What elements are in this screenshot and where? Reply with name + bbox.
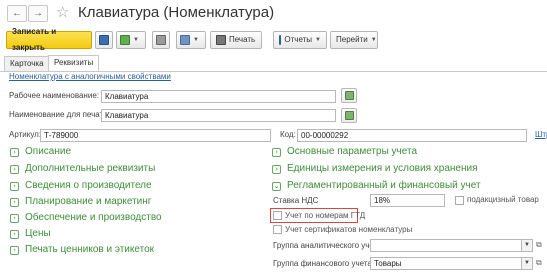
expand-icon: › [10, 229, 19, 239]
excise-label: подакцизный товар [467, 195, 539, 204]
group-label: Обеспечение и производство [25, 212, 162, 223]
chevron-down-icon: ▼ [133, 37, 139, 43]
print-label: Печать [229, 35, 256, 44]
forward-button[interactable]: → [28, 5, 48, 22]
fin-group-label: Группа финансового учета: [273, 259, 375, 268]
list-icon [156, 35, 166, 45]
more-actions-button[interactable]: ▼ [176, 31, 206, 49]
similar-items-link[interactable]: Номенклатура с аналогичными свойствами [9, 72, 171, 81]
document-green-icon [120, 35, 130, 45]
code-label: Код: [280, 130, 296, 139]
tab-requisites[interactable]: Реквизиты [48, 55, 100, 71]
certificates-checkbox[interactable] [273, 225, 282, 234]
group-label: Планирование и маркетинг [25, 196, 152, 207]
reports-button[interactable]: Отчеты ▼ [273, 31, 327, 49]
tab-card[interactable]: Карточка [4, 56, 50, 71]
expand-icon: › [10, 213, 19, 223]
group-price-tags[interactable]: › Печать ценников и этикеток [10, 244, 154, 256]
expand-icon: › [10, 197, 19, 207]
floppy-disk-icon [99, 35, 109, 45]
expand-icon: › [10, 164, 19, 174]
group-label: Регламентированный и финансовый учет [287, 180, 481, 191]
goto-button[interactable]: Перейти ▼ [330, 31, 378, 49]
report-icon [279, 35, 282, 45]
expand-icon: › [10, 147, 19, 157]
group-label: Основные параметры учета [287, 146, 418, 157]
work-name-action-button[interactable] [341, 88, 357, 103]
group-label: Дополнительные реквизиты [25, 163, 156, 174]
group-supply-production[interactable]: › Обеспечение и производство [10, 212, 162, 224]
print-name-action-button[interactable] [341, 108, 357, 123]
reports-label: Отчеты [284, 35, 313, 44]
goto-label: Перейти [336, 35, 368, 44]
group-prices[interactable]: › Цены [10, 228, 51, 240]
certificates-label: Учет сертификатов номенклатуры [285, 225, 413, 234]
article-input[interactable]: Т-789000 [40, 129, 271, 142]
expand-icon: › [272, 147, 281, 157]
chevron-down-icon[interactable]: ▼ [522, 257, 533, 270]
save-and-close-label: Записать и закрыть [12, 27, 57, 52]
expand-icon: › [272, 164, 281, 174]
group-description[interactable]: › Описание [10, 146, 71, 158]
group-main-accounting-params[interactable]: › Основные параметры учета [272, 146, 417, 158]
printer-icon [216, 35, 226, 45]
save-and-close-button[interactable]: Записать и закрыть [6, 27, 92, 52]
group-label: Сведения о производителе [25, 180, 152, 191]
create-based-on-button[interactable]: ▼ [116, 31, 146, 49]
analytic-group-label: Группа аналитического учета: [273, 241, 384, 250]
chevron-down-icon: ▼ [370, 37, 377, 43]
group-label: Описание [25, 146, 72, 157]
open-link-icon[interactable]: ⧉ [536, 258, 542, 268]
chevron-down-icon: ▼ [315, 37, 321, 43]
group-label: Единицы измерения и условия хранения [287, 163, 478, 174]
code-input[interactable]: 00-00000292 [297, 129, 527, 142]
barcodes-link[interactable]: Штр [535, 130, 547, 139]
back-button[interactable]: ← [7, 5, 27, 22]
vat-rate-input[interactable]: 18% [370, 194, 445, 207]
group-label: Цены [25, 228, 51, 239]
print-name-input[interactable]: Клавиатура [101, 109, 336, 122]
chevron-down-icon: ▼ [193, 37, 199, 43]
work-name-label: Рабочее наименование: [9, 91, 99, 100]
group-units-storage[interactable]: › Единицы измерения и условия хранения [272, 163, 478, 175]
collapse-icon: ⌄ [272, 181, 281, 191]
save-button[interactable] [95, 31, 113, 49]
group-regulated-financial[interactable]: ⌄ Регламентированный и финансовый учет [272, 180, 481, 192]
excise-checkbox[interactable] [455, 196, 464, 205]
expand-icon: › [10, 245, 19, 255]
vat-rate-label: Ставка НДС [273, 196, 319, 205]
expand-icon: › [10, 181, 19, 191]
article-label: Артикул: [9, 130, 42, 139]
group-additional-requisites[interactable]: › Дополнительные реквизиты [10, 163, 155, 175]
chevron-down-icon[interactable]: ▼ [522, 239, 533, 252]
copy-icon [344, 91, 354, 100]
open-link-icon[interactable]: ⧉ [536, 240, 542, 250]
gtd-label: Учет по номерам ГТД [285, 211, 366, 220]
document-stack-icon [180, 35, 190, 45]
group-manufacturer-info[interactable]: › Сведения о производителе [10, 180, 152, 192]
structure-button[interactable] [152, 31, 170, 49]
favorite-star-icon[interactable]: ☆ [56, 4, 69, 22]
print-button[interactable]: Печать [210, 31, 262, 49]
window-title: Клавиатура (Номенклатура) [78, 4, 275, 21]
work-name-input[interactable]: Клавиатура [101, 90, 336, 103]
group-planning-marketing[interactable]: › Планирование и маркетинг [10, 196, 151, 208]
copy-icon [344, 111, 354, 120]
gtd-checkbox[interactable] [273, 211, 282, 220]
fin-group-input[interactable]: Товары [370, 257, 522, 270]
print-name-label: Наименование для печати: [9, 110, 110, 119]
analytic-group-input[interactable] [370, 239, 522, 252]
group-label: Печать ценников и этикеток [25, 244, 155, 255]
